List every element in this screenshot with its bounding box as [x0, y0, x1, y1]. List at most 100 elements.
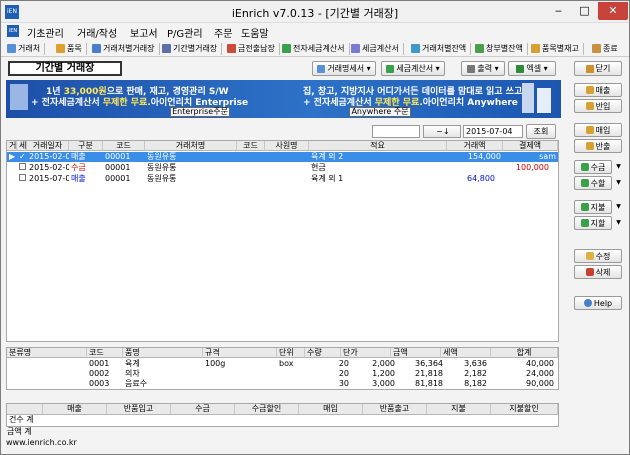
- button-label: 수정: [595, 251, 611, 261]
- minimize-button[interactable]: ‒: [546, 2, 571, 20]
- col-header[interactable]: 규격: [203, 348, 277, 358]
- toolbar-customer-ledger[interactable]: 거래처별거래장: [92, 41, 160, 56]
- toolbar-stock[interactable]: 품목별재고: [531, 41, 584, 56]
- menu-item-trade[interactable]: 거래/작성: [77, 25, 117, 40]
- maximize-button[interactable]: □: [572, 2, 597, 20]
- page-title: 기간별 거래장: [8, 61, 122, 76]
- menu-item-report[interactable]: 보고서: [130, 25, 158, 40]
- detail-row[interactable]: 0003 음료수 30 3,000 81,818 8,182 90,000: [7, 379, 558, 389]
- collect-discount-button[interactable]: 수할: [574, 176, 612, 190]
- col-header[interactable]: 단위: [277, 348, 305, 358]
- button-label: 거래명세서 ▾: [327, 64, 371, 73]
- col-header[interactable]: 거래: [7, 141, 17, 151]
- table-row[interactable]: ▶ ✓ 2015-02-02 매출 00001 동원유통 육계 외 2 154,…: [7, 152, 558, 162]
- toolbar-customer-balance[interactable]: 거래처별잔액: [411, 41, 472, 56]
- toolbar-exit[interactable]: 종료: [592, 41, 618, 56]
- col-header[interactable]: 결제액: [503, 141, 558, 151]
- toolbar-item[interactable]: 품목: [56, 41, 87, 56]
- delete-button[interactable]: 삭제: [574, 265, 622, 279]
- col-header[interactable]: 세: [17, 141, 27, 151]
- pay-discount-button[interactable]: 지할: [574, 216, 612, 230]
- status-url[interactable]: www.ienrich.co.kr: [6, 438, 77, 447]
- trade-grid[interactable]: 거래 세 거래일자 구분 코드 거래처명 코드 사원명 적요 거래액 결제액 ▶…: [6, 140, 559, 342]
- pencil-icon: [585, 252, 594, 260]
- menu-item-order[interactable]: 주문: [214, 25, 232, 40]
- toolbar-customer[interactable]: 거래처: [7, 41, 46, 56]
- col-header[interactable]: 코드: [237, 141, 265, 151]
- banner-highlight: 무제한 무료.: [102, 98, 151, 108]
- menu-item-pg[interactable]: P/G관리: [167, 25, 203, 40]
- col-header[interactable]: 품명: [123, 348, 203, 358]
- search-combo[interactable]: [372, 125, 420, 138]
- col-header[interactable]: 거래처명: [145, 141, 237, 151]
- toolbar-label: 기간별거래장: [173, 44, 218, 53]
- close-window-button[interactable]: ✕: [598, 2, 628, 20]
- detail-statement-button[interactable]: 거래명세서 ▾: [312, 61, 376, 76]
- col-header[interactable]: 금액: [391, 348, 441, 358]
- ad-banner[interactable]: 1년 33,000원으로 판매, 재고, 경영관리 S/W + 전자세금계산서 …: [6, 80, 561, 118]
- search-button[interactable]: 조회: [526, 124, 556, 139]
- edit-button[interactable]: 수정: [574, 249, 622, 263]
- check-icon[interactable]: ✓: [17, 152, 27, 162]
- toolbar-book-balance[interactable]: 창부별잔액: [475, 41, 528, 56]
- return-in-button[interactable]: 반입: [574, 99, 622, 113]
- col-header[interactable]: 사원명: [265, 141, 309, 151]
- cell-extra: sam: [539, 152, 556, 161]
- col-header[interactable]: 합계: [491, 348, 558, 358]
- cell-code: 00001: [105, 163, 131, 172]
- anywhere-order-button[interactable]: Anywhere 주문: [349, 107, 411, 117]
- purchase-button[interactable]: 매입: [574, 123, 622, 137]
- collect-button[interactable]: 수금: [574, 160, 612, 174]
- close-button[interactable]: 닫기: [574, 61, 622, 76]
- toolbar-period-ledger[interactable]: 기간별거래장: [162, 41, 223, 56]
- sales-button[interactable]: 매출: [574, 83, 622, 97]
- detail-grid[interactable]: 분류명 코드 품명 규격 단위 수량 단가 금액 세액 합계 0001 육계 1…: [6, 347, 559, 390]
- col-header[interactable]: 세액: [441, 348, 491, 358]
- chevron-down-icon[interactable]: ▼: [614, 176, 623, 190]
- col-header[interactable]: 분류명: [7, 348, 87, 358]
- toolbar-tax-invoice[interactable]: 세금계산서: [351, 41, 404, 56]
- customer-icon: [7, 44, 16, 53]
- grid-header: 거래 세 거래일자 구분 코드 거래처명 코드 사원명 적요 거래액 결제액: [7, 141, 558, 151]
- col-header[interactable]: 단가: [341, 348, 391, 358]
- pay-button[interactable]: 지불: [574, 200, 612, 214]
- date-field[interactable]: 2015-07-04: [463, 125, 523, 138]
- excel-button[interactable]: 엑셀 ▾: [508, 61, 556, 76]
- chevron-down-icon[interactable]: ▼: [614, 200, 623, 214]
- col-header[interactable]: 구분: [69, 141, 103, 151]
- col-header[interactable]: 거래액: [447, 141, 503, 151]
- check-icon[interactable]: [17, 174, 27, 184]
- cell-spec: 100g: [205, 359, 226, 368]
- return-out-button[interactable]: 반출: [574, 139, 622, 153]
- cell-price: 3,000: [372, 379, 395, 388]
- button-label: 수금: [590, 162, 606, 172]
- col-header[interactable]: 코드: [87, 348, 123, 358]
- enterprise-order-button[interactable]: Enterprise주문: [170, 107, 230, 117]
- cell-code: 0002: [89, 369, 110, 378]
- range-toggle[interactable]: ~↓: [423, 125, 461, 138]
- col-header[interactable]: 코드: [103, 141, 145, 151]
- tax-invoice-button[interactable]: 세금계산서 ▾: [381, 61, 445, 76]
- col-header[interactable]: 거래일자: [27, 141, 69, 151]
- toolbar-label: 거래처별잔액: [422, 44, 467, 53]
- menu-item-help[interactable]: 도움말: [241, 25, 269, 40]
- check-icon[interactable]: [17, 163, 27, 173]
- col-header[interactable]: 적요: [309, 141, 447, 151]
- col-header[interactable]: 수량: [305, 348, 341, 358]
- detail-header: 분류명 코드 품명 규격 단위 수량 단가 금액 세액 합계: [7, 348, 558, 358]
- window-title: iEnrich v7.0.13 - [기간별 거래장]: [231, 7, 399, 20]
- table-row[interactable]: 2015-07-01 매출 00001 동원유통 육계 외 1 64,800: [7, 174, 558, 184]
- chevron-down-icon[interactable]: ▼: [614, 160, 623, 174]
- detail-row[interactable]: 0001 육계 100g box 20 2,000 36,364 3,636 4…: [7, 359, 558, 369]
- toolbar: 거래처 품목 거래처별거래장 기간별거래장 금전출납장 전자세금계산서 세금계산…: [1, 40, 629, 57]
- table-row[interactable]: 2015-02-02 수금 00001 동원유통 현금 100,000: [7, 163, 558, 173]
- detail-row[interactable]: 0002 의자 20 1,200 21,818 2,182 24,000: [7, 369, 558, 379]
- print-button[interactable]: 출력 ▾: [461, 61, 505, 76]
- chevron-down-icon[interactable]: ▼: [614, 216, 623, 230]
- help-button[interactable]: Help: [574, 296, 622, 310]
- toolbar-e-tax[interactable]: 전자세금계산서: [282, 41, 350, 56]
- button-label: 지할: [590, 218, 606, 228]
- cell-customer: 동원유통: [147, 163, 177, 172]
- toolbar-cashbook[interactable]: 금전출납장: [227, 41, 280, 56]
- menu-item-basic[interactable]: 기초관리: [27, 25, 64, 40]
